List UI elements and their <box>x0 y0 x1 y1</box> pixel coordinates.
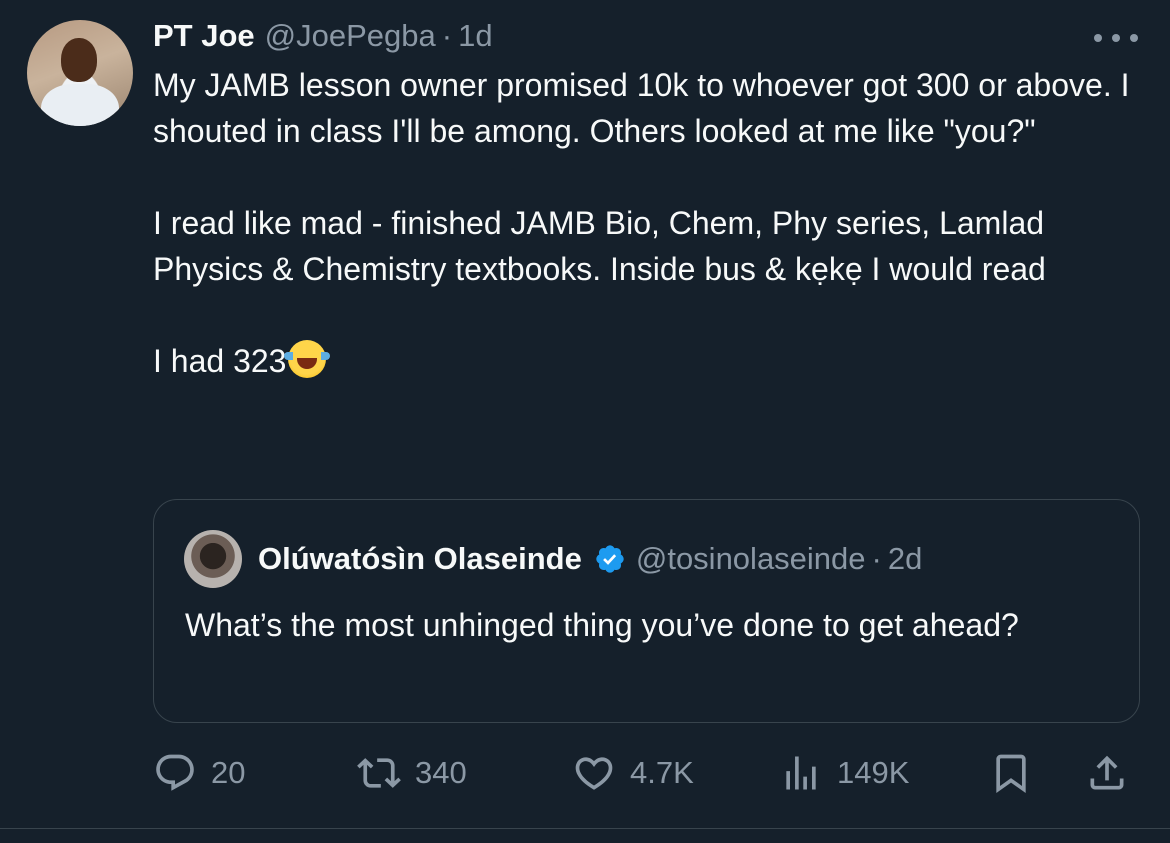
tweet-paragraph-1: My JAMB lesson owner promised 10k to who… <box>153 67 1130 149</box>
bookmark-icon <box>996 754 1026 794</box>
tweet-text: My JAMB lesson owner promised 10k to who… <box>153 62 1148 430</box>
tweet-timestamp[interactable]: 1d <box>458 18 492 54</box>
quoted-author-handle[interactable]: @tosinolaseinde <box>636 541 866 577</box>
views-icon <box>786 756 816 790</box>
repost-button[interactable]: 340 <box>357 748 467 798</box>
quoted-tweet[interactable]: Olúwatósìn Olaseinde @tosinolaseinde · 2… <box>153 499 1140 723</box>
avatar-face <box>61 38 97 82</box>
reply-count: 20 <box>211 755 246 790</box>
quoted-header-separator: · <box>871 541 882 576</box>
repost-count: 340 <box>415 755 467 790</box>
tweet-header: PT Joe @JoePegba · 1d <box>153 16 493 56</box>
like-button[interactable]: 4.7K <box>572 748 694 798</box>
share-icon <box>1090 755 1124 790</box>
tweet[interactable]: PT Joe @JoePegba · 1d My JAMB lesson own… <box>0 0 1170 843</box>
tweet-actions: 20 340 4.7K 149K <box>153 748 1140 798</box>
more-icon[interactable] <box>1094 26 1138 50</box>
like-count: 4.7K <box>630 755 694 790</box>
views-count: 149K <box>837 755 910 790</box>
reply-icon <box>156 754 194 791</box>
avatar-body <box>41 84 119 126</box>
views-button[interactable]: 149K <box>779 748 909 798</box>
reply-button[interactable]: 20 <box>153 748 245 798</box>
laughing-emoji-icon <box>284 340 331 378</box>
tweet-paragraph-3-text: I had 323 <box>153 343 287 379</box>
verified-badge-icon <box>596 545 624 573</box>
header-separator: · <box>441 18 453 53</box>
quoted-tweet-text: What’s the most unhinged thing you’ve do… <box>185 607 1019 643</box>
tweet-divider <box>0 828 1170 829</box>
quoted-timestamp[interactable]: 2d <box>888 541 922 577</box>
tweet-paragraph-3: I had 323 <box>153 338 1148 384</box>
author-avatar[interactable] <box>27 20 133 126</box>
share-button[interactable] <box>1085 748 1129 798</box>
like-icon <box>575 757 613 790</box>
quoted-tweet-header: Olúwatósìn Olaseinde @tosinolaseinde · 2… <box>258 538 922 580</box>
quoted-author-name[interactable]: Olúwatósìn Olaseinde <box>258 541 582 577</box>
author-handle[interactable]: @JoePegba <box>265 18 436 54</box>
bookmark-button[interactable] <box>989 748 1033 798</box>
quoted-author-avatar[interactable] <box>184 530 242 588</box>
repost-icon <box>357 758 401 788</box>
author-name[interactable]: PT Joe <box>153 18 255 54</box>
tweet-paragraph-2: I read like mad - finished JAMB Bio, Che… <box>153 205 1046 287</box>
